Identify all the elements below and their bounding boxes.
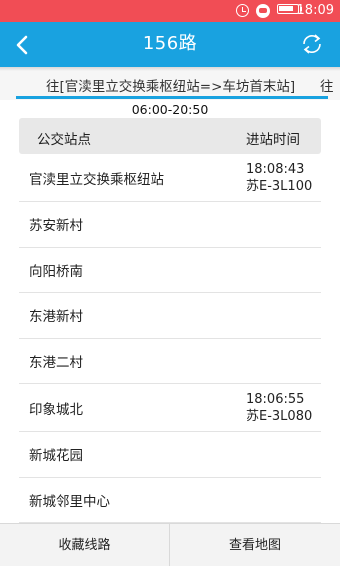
table-row[interactable]: 官渎里立交换乘枢纽站 18:08:43 苏E-3L100 (19, 154, 321, 202)
table-row[interactable]: 东港二村 (19, 339, 321, 384)
direction-tab-next[interactable]: 往 (320, 75, 334, 95)
arrival-info: 18:08:43 苏E-3L100 (246, 161, 312, 195)
app-header: 156路 (0, 22, 340, 67)
table-row[interactable]: 印象城北 18:06:55 苏E-3L080 (19, 384, 321, 432)
alarm-icon (236, 4, 249, 17)
active-tab-indicator (16, 96, 328, 99)
table-row[interactable]: 新城花园 (19, 432, 321, 478)
favorite-route-button[interactable]: 收藏线路 (0, 524, 170, 566)
stop-name: 印象城北 (29, 401, 83, 418)
arrival-time: 18:08:43 (246, 161, 305, 177)
refresh-icon (303, 34, 321, 54)
direction-tab-current[interactable]: 往[官渎里立交换乘枢纽站=>车坊首末站] (46, 75, 295, 95)
view-map-button[interactable]: 查看地图 (170, 524, 340, 566)
stop-name: 东港二村 (29, 354, 83, 371)
bottom-action-bar: 收藏线路 查看地图 (0, 523, 340, 566)
status-bar: 18:09 (0, 0, 340, 22)
stop-name: 新城邻里中心 (29, 493, 110, 510)
table-header: 公交站点 进站时间 (19, 118, 321, 154)
table-row[interactable]: 东港新村 (19, 293, 321, 339)
refresh-button[interactable] (298, 30, 326, 58)
table-row[interactable]: 向阳桥南 (19, 248, 321, 293)
stop-name: 新城花园 (29, 448, 83, 465)
stop-name: 东港新村 (29, 309, 83, 326)
column-header-arrival: 进站时间 (246, 132, 300, 148)
app-notification-icon (256, 4, 270, 18)
stop-name: 向阳桥南 (29, 263, 83, 280)
page-title: 156路 (142, 33, 198, 54)
direction-tab-bar[interactable]: 往[官渎里立交换乘枢纽站=>车坊首末站] 往 (0, 67, 340, 100)
arrival-time: 18:06:55 (246, 391, 305, 407)
column-header-stop: 公交站点 (37, 132, 91, 148)
stops-table: 公交站点 进站时间 官渎里立交换乘枢纽站 18:08:43 苏E-3L100 苏… (19, 118, 321, 523)
service-hours: 06:00-20:50 (131, 102, 209, 117)
status-time: 18:09 (296, 3, 334, 18)
bus-plate: 苏E-3L100 (246, 178, 313, 194)
stop-name: 官渎里立交换乘枢纽站 (29, 171, 164, 188)
table-row[interactable]: 苏安新村 (19, 202, 321, 248)
bus-plate: 苏E-3L080 (246, 408, 313, 424)
table-row[interactable]: 新城邻里中心 (19, 478, 321, 523)
arrival-info: 18:06:55 苏E-3L080 (246, 391, 312, 425)
stop-name: 苏安新村 (29, 218, 83, 235)
